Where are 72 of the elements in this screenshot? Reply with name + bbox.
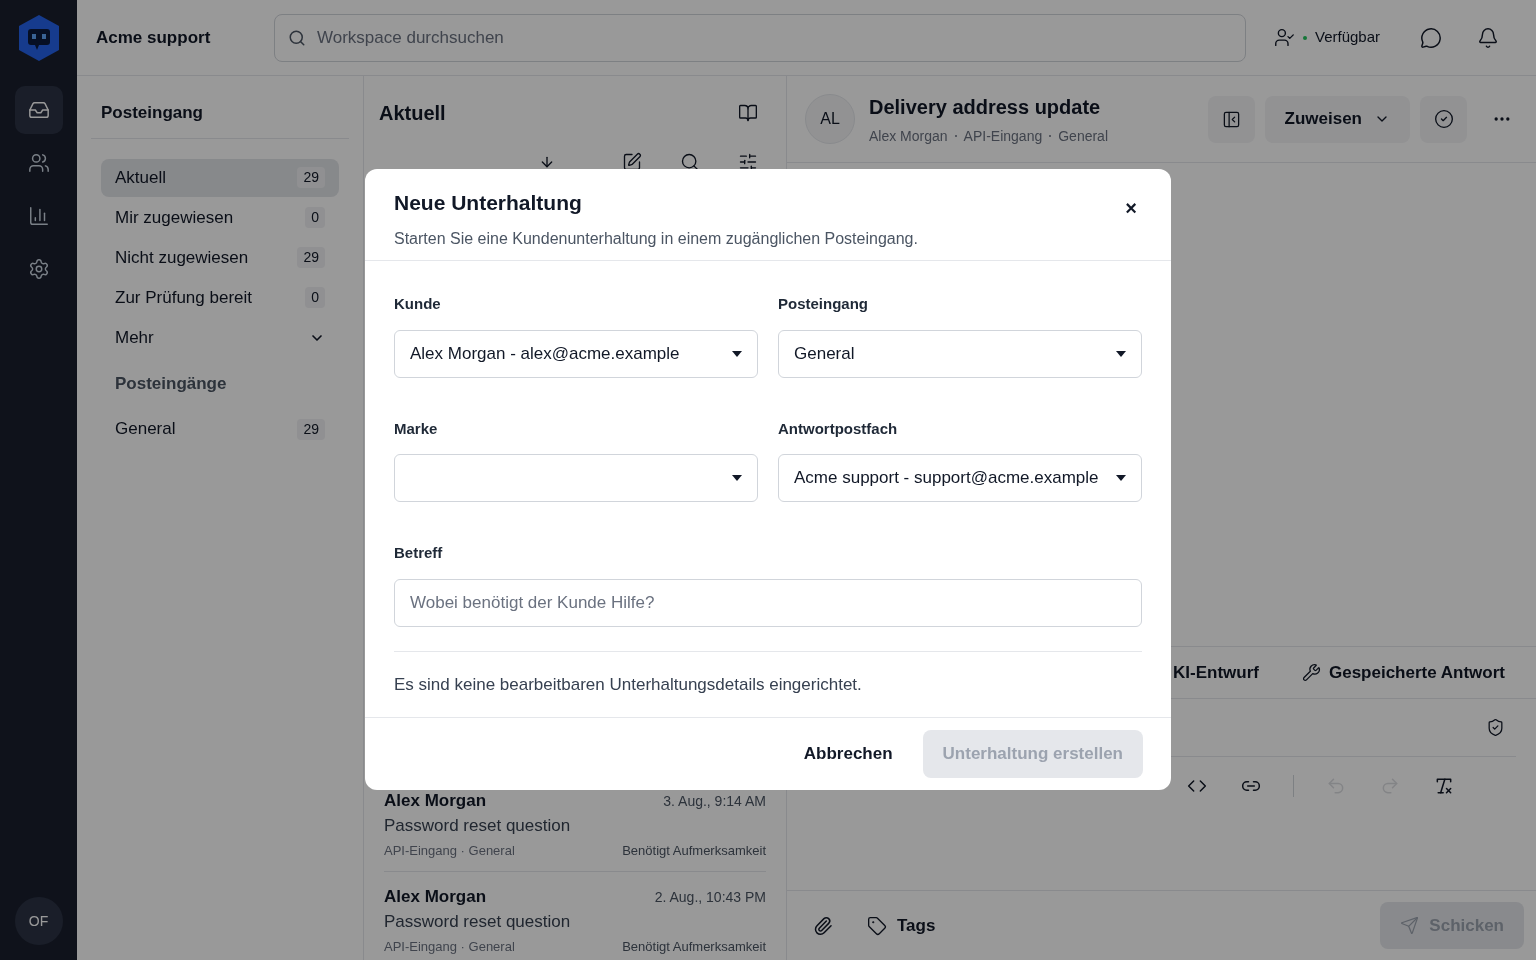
user-check-icon <box>1274 27 1295 48</box>
conversation-item[interactable]: Alex Morgan 2. Aug., 10:43 PM Password reset question API-Eingang · General Benötigt Aufmerksamkeit <box>384 872 766 960</box>
status-text: Benötigt Aufmerksamkeit <box>622 938 766 956</box>
users-icon <box>27 152 50 174</box>
user-avatar[interactable]: OF <box>14 897 63 945</box>
list-title: Aktuell <box>379 101 446 126</box>
inbox-meta: API-Eingang · General <box>384 842 515 860</box>
nav-title: Posteingang <box>101 103 203 122</box>
caret-icon <box>732 475 742 481</box>
field-label: Kunde <box>394 294 442 314</box>
timestamp: 2. Aug., 10:43 PM <box>654 888 766 907</box>
availability-button[interactable]: Verfügbar <box>1274 26 1381 49</box>
bar-chart-icon <box>27 205 50 227</box>
select-field[interactable]: Acme support - support@acme.example <box>778 454 1142 502</box>
shield-icon[interactable] <box>1486 718 1505 737</box>
panel-toggle-button[interactable] <box>1207 95 1255 143</box>
timestamp: 3. Aug., 9:14 AM <box>663 792 766 811</box>
tag-icon <box>867 915 887 936</box>
status-text: Benötigt Aufmerksamkeit <box>622 842 766 860</box>
settings-icon <box>27 258 50 280</box>
tags-button[interactable]: Tags <box>867 912 936 939</box>
section-title: Posteingänge <box>114 372 228 395</box>
book-icon[interactable] <box>738 103 758 123</box>
select-field[interactable] <box>394 454 758 502</box>
sender-name: Alex Morgan <box>384 886 487 908</box>
search-field[interactable]: Workspace durchsuchen <box>274 13 1246 62</box>
workspace-name: Acme support <box>95 26 212 49</box>
meta-text: Alex Morgan <box>869 126 948 146</box>
arrow-down-icon[interactable] <box>539 154 555 170</box>
field-label: Posteingang <box>778 294 869 314</box>
panel-icon <box>1221 109 1241 129</box>
field-label: Betreff <box>394 543 444 563</box>
sender-name: Alex Morgan <box>384 790 487 812</box>
inbox-meta: API-Eingang · General <box>384 938 515 956</box>
check-circle-icon <box>1433 109 1454 129</box>
subject-field[interactable]: Wobei benötigt der Kunde Hilfe? <box>394 578 1142 627</box>
select-field[interactable]: General <box>778 329 1142 378</box>
wrench-icon <box>1301 663 1321 682</box>
contact-avatar: AL <box>805 94 855 144</box>
search-icon[interactable] <box>680 152 700 172</box>
select-field[interactable]: Alex Morgan - alex@acme.example <box>394 329 758 378</box>
caret-icon <box>732 350 742 357</box>
close-button[interactable]: × <box>1120 197 1142 219</box>
logo-icon <box>16 14 61 62</box>
field-label: Antwortpostfach <box>778 418 899 439</box>
caret-icon <box>1116 350 1126 357</box>
assign-button[interactable]: Zuweisen <box>1264 95 1410 143</box>
nav-more[interactable]: Mehr <box>101 318 339 357</box>
search-icon <box>288 28 306 47</box>
caret-icon <box>1116 475 1126 481</box>
dialog-subtitle: Starten Sie eine Kundenunterhaltung in einem zugänglichen Posteingang. <box>394 228 918 249</box>
dialog-title: Neue Unterhaltung <box>394 190 583 216</box>
notifications-icon[interactable] <box>1477 26 1500 49</box>
rail-button[interactable] <box>14 86 63 134</box>
cancel-button[interactable]: Abbrechen <box>783 729 913 778</box>
resolve-button[interactable] <box>1420 95 1467 143</box>
filter-icon[interactable] <box>738 152 758 172</box>
meta-text: General <box>1058 126 1108 146</box>
nav-item[interactable]: Aktuell 29 <box>101 158 339 197</box>
chat-icon[interactable] <box>1420 26 1443 49</box>
composer-tab[interactable]: KI-Entwurf <box>1173 659 1259 686</box>
meta-text: API-Eingang <box>963 126 1043 146</box>
subject-text: Password reset question <box>384 911 572 933</box>
details-note: Es sind keine bearbeitbaren Unterhaltungsdetails eingerichtet. <box>394 674 862 694</box>
composer-tab[interactable]: Gespeicherte Antwort <box>1301 659 1505 686</box>
field-label: Marke <box>394 418 439 439</box>
subject-text: Password reset question <box>384 815 572 837</box>
send-icon <box>1400 916 1420 935</box>
compose-icon[interactable] <box>622 152 642 172</box>
inbox-icon <box>27 99 50 121</box>
conversation-title: Delivery address update <box>869 94 1102 120</box>
paperclip-icon[interactable] <box>813 915 833 936</box>
